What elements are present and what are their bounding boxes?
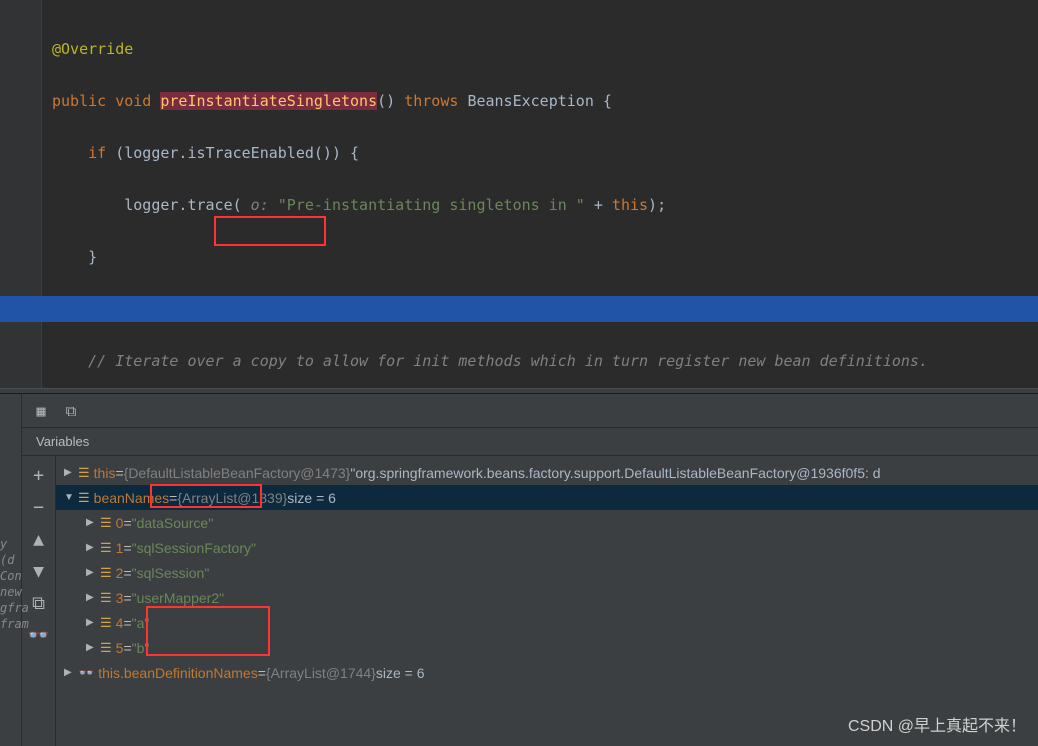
debug-main: ▦ ⧉ Variables + − ▲ ▼ ⧉ 👓 ▶ ☰ this = {De… <box>22 394 1038 746</box>
code-text: (logger.isTraceEnabled()) { <box>115 144 359 162</box>
var-index: 1 <box>116 540 124 556</box>
string-literal: "Pre-instantiating singletons in " <box>278 196 585 214</box>
equals: = <box>115 465 123 481</box>
annotation: @Override <box>52 40 133 58</box>
glasses-icon[interactable]: 👓 <box>26 622 52 648</box>
field-icon: ☰ <box>100 640 112 656</box>
field-icon: ☰ <box>78 465 90 481</box>
comment: // Iterate over a copy to allow for init… <box>88 352 928 370</box>
var-value: "sqlSession" <box>132 565 210 581</box>
code-text: + <box>585 196 612 214</box>
kw-void: void <box>115 92 160 110</box>
truncated-text: fram <box>0 616 26 632</box>
editor-pane: @Override public void preInstantiateSing… <box>0 0 1038 388</box>
code-text: ); <box>648 196 666 214</box>
annotation-box-ab-items <box>146 606 270 656</box>
truncated-text: y (d <box>0 536 26 568</box>
var-value: "dataSource" <box>132 515 214 531</box>
var-type: {DefaultListableBeanFactory@1473} <box>124 465 351 481</box>
variables-tree[interactable]: ▶ ☰ this = {DefaultListableBeanFactory@1… <box>56 456 1038 746</box>
code-text: logger.trace( <box>124 196 241 214</box>
chevron-right-icon[interactable]: ▶ <box>86 642 100 653</box>
truncated-text: new <box>0 584 26 600</box>
table-icon[interactable]: ▦ <box>32 402 50 420</box>
chevron-right-icon[interactable]: ▶ <box>86 517 100 528</box>
threads-icon[interactable]: ⧉ <box>62 402 80 420</box>
debug-body: + − ▲ ▼ ⧉ 👓 ▶ ☰ this = {DefaultListableB… <box>22 456 1038 746</box>
var-name: this <box>94 465 116 481</box>
remove-button[interactable]: − <box>26 494 52 520</box>
list-item[interactable]: ▶☰2 = "sqlSession" <box>56 560 1038 585</box>
param-hint: o: <box>242 196 278 214</box>
field-icon: ☰ <box>100 590 112 606</box>
var-size: size = 6 <box>376 665 425 681</box>
var-index: 3 <box>116 590 124 606</box>
chevron-right-icon[interactable]: ▶ <box>86 592 100 603</box>
field-icon: ☰ <box>100 515 112 531</box>
field-icon: ☰ <box>78 490 90 506</box>
chevron-right-icon[interactable]: ▶ <box>64 667 78 678</box>
list-item[interactable]: ▶☰0 = "dataSource" <box>56 510 1038 535</box>
var-beandefnames[interactable]: ▶ 👓 this.beanDefinitionNames = {ArrayLis… <box>56 660 1038 685</box>
brace: } <box>88 248 97 266</box>
kw-throws: throws <box>404 92 467 110</box>
field-icon: ☰ <box>100 615 112 631</box>
kw-public: public <box>52 92 115 110</box>
watermark: CSDN @早上真起不来！ <box>848 712 1026 736</box>
annotation-box-beannames-var <box>150 484 262 508</box>
chevron-down-icon[interactable]: ▼ <box>64 492 78 503</box>
chevron-right-icon[interactable]: ▶ <box>64 467 78 478</box>
var-index: 4 <box>116 615 124 631</box>
link-icon: 👓 <box>78 665 94 681</box>
chevron-right-icon[interactable]: ▶ <box>86 567 100 578</box>
var-index: 0 <box>116 515 124 531</box>
copy-icon[interactable]: ⧉ <box>26 590 52 616</box>
equals: = <box>258 665 266 681</box>
var-value: "org.springframework.beans.factory.suppo… <box>350 465 880 481</box>
code-text: BeansException { <box>467 92 612 110</box>
var-size: size = 6 <box>287 490 336 506</box>
list-item[interactable]: ▶☰1 = "sqlSessionFactory" <box>56 535 1038 560</box>
truncated-stacktrace: y (d Con new gfra fram <box>0 536 26 632</box>
debug-toolbar: ▦ ⧉ <box>22 394 1038 428</box>
variables-header: Variables <box>22 428 1038 456</box>
var-index: 5 <box>116 640 124 656</box>
var-name: this.beanDefinitionNames <box>98 665 258 681</box>
code-text: () <box>377 92 404 110</box>
field-icon: ☰ <box>100 540 112 556</box>
kw-this: this <box>612 196 648 214</box>
var-value: "userMapper2" <box>132 590 224 606</box>
var-this[interactable]: ▶ ☰ this = {DefaultListableBeanFactory@1… <box>56 460 1038 485</box>
method-name: preInstantiateSingletons <box>160 92 377 110</box>
kw-if: if <box>88 144 115 162</box>
truncated-text: gfra <box>0 600 26 616</box>
add-watch-button[interactable]: + <box>26 462 52 488</box>
debug-pane: ▦ ⧉ Variables + − ▲ ▼ ⧉ 👓 ▶ ☰ this = {De… <box>0 394 1038 746</box>
up-button[interactable]: ▲ <box>26 526 52 552</box>
chevron-right-icon[interactable]: ▶ <box>86 542 100 553</box>
var-index: 2 <box>116 565 124 581</box>
annotation-box-beannames-code <box>214 216 326 246</box>
down-button[interactable]: ▼ <box>26 558 52 584</box>
code-area[interactable]: @Override public void preInstantiateSing… <box>0 0 1038 388</box>
chevron-right-icon[interactable]: ▶ <box>86 617 100 628</box>
truncated-text: Con <box>0 568 26 584</box>
field-icon: ☰ <box>100 565 112 581</box>
var-type: {ArrayList@1744} <box>266 665 376 681</box>
var-value: "sqlSessionFactory" <box>132 540 256 556</box>
